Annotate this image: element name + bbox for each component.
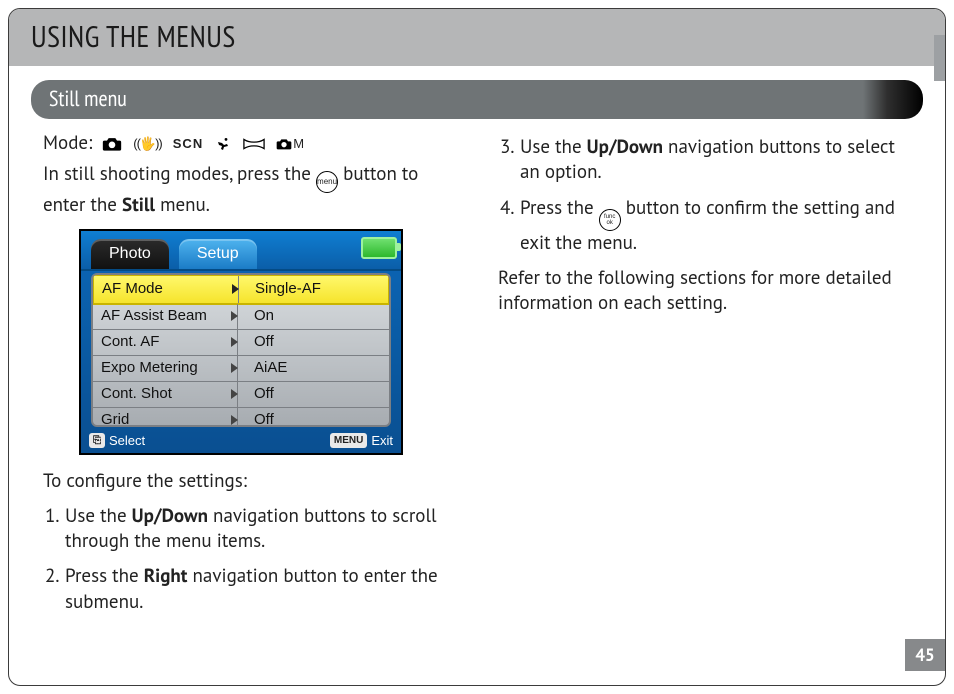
step-4: Press the func ok button to confirm the … bbox=[518, 196, 917, 256]
chapter-title: USING THE MENUS bbox=[31, 17, 923, 56]
anti-shake-icon: ((🖐)) bbox=[133, 136, 162, 152]
content-columns: Mode: ((🖐)) SCN M bbox=[9, 127, 945, 625]
left-column: Mode: ((🖐)) SCN M bbox=[43, 131, 462, 625]
caret-right-icon bbox=[232, 284, 239, 294]
intro-text: In still shooting modes, press the menu … bbox=[43, 162, 462, 218]
steps-list-left: Use the Up/Down navigation buttons to sc… bbox=[43, 504, 462, 615]
manual-mode-icon: M bbox=[276, 136, 304, 152]
menu-row-selected: AF Mode Single-AF bbox=[92, 274, 390, 305]
thumb-index-tab bbox=[934, 35, 945, 81]
nav-pad-icon: ⎘ bbox=[89, 433, 105, 448]
page-number: 45 bbox=[905, 639, 945, 671]
panorama-icon bbox=[243, 136, 265, 152]
section-tail bbox=[863, 80, 923, 119]
caret-right-icon bbox=[231, 337, 238, 347]
step-3: Use the Up/Down navigation buttons to se… bbox=[518, 135, 917, 186]
camera-icon bbox=[102, 136, 122, 152]
chapter-header-bar: USING THE MENUS bbox=[9, 9, 945, 66]
scene-mode-icon: SCN bbox=[173, 136, 203, 152]
section-title: Still menu bbox=[31, 80, 863, 119]
menu-row: Cont. Shot Off bbox=[93, 382, 389, 408]
caret-right-icon bbox=[231, 389, 238, 399]
right-column: Use the Up/Down navigation buttons to se… bbox=[498, 131, 917, 625]
mode-label: Mode: bbox=[43, 131, 92, 156]
menu-row: Expo Metering AiAE bbox=[93, 356, 389, 382]
lcd-screen: Photo Setup AF Mode Single-AF AF Assist … bbox=[79, 229, 403, 455]
mode-icons: ((🖐)) SCN M bbox=[102, 136, 304, 152]
footer-select: ⎘ Select bbox=[89, 432, 145, 449]
menu-badge-icon: MENU bbox=[330, 433, 367, 448]
caret-right-icon bbox=[231, 311, 238, 321]
step-2: Press the Right navigation button to ent… bbox=[63, 564, 462, 615]
caret-right-icon bbox=[231, 415, 238, 425]
menu-row: Grid Off bbox=[93, 408, 389, 427]
lcd-footer: ⎘ Select MENU Exit bbox=[81, 429, 401, 453]
footer-exit: MENU Exit bbox=[330, 432, 393, 449]
lcd-screenshot: Photo Setup AF Mode Single-AF AF Assist … bbox=[79, 229, 462, 455]
sport-mode-icon bbox=[214, 136, 232, 152]
menu-button-icon: menu bbox=[316, 171, 338, 193]
manual-page: USING THE MENUS Still menu Mode: ((🖐)) S… bbox=[8, 8, 946, 686]
battery-icon bbox=[361, 237, 397, 259]
mode-row: Mode: ((🖐)) SCN M bbox=[43, 131, 462, 156]
menu-row: Cont. AF Off bbox=[93, 330, 389, 356]
refer-text: Refer to the following sections for more… bbox=[498, 266, 917, 317]
menu-list: AF Mode Single-AF AF Assist Beam On Cont… bbox=[91, 273, 391, 427]
func-ok-button-icon: func ok bbox=[599, 209, 621, 231]
configure-heading: To configure the settings: bbox=[43, 469, 462, 494]
menu-row: AF Assist Beam On bbox=[93, 304, 389, 330]
tab-photo: Photo bbox=[91, 239, 169, 269]
lcd-tabs: Photo Setup bbox=[81, 231, 401, 271]
steps-list-right: Use the Up/Down navigation buttons to se… bbox=[498, 135, 917, 256]
section-header: Still menu bbox=[31, 80, 923, 119]
tab-setup: Setup bbox=[179, 239, 257, 269]
caret-right-icon bbox=[231, 363, 238, 373]
step-1: Use the Up/Down navigation buttons to sc… bbox=[63, 504, 462, 555]
